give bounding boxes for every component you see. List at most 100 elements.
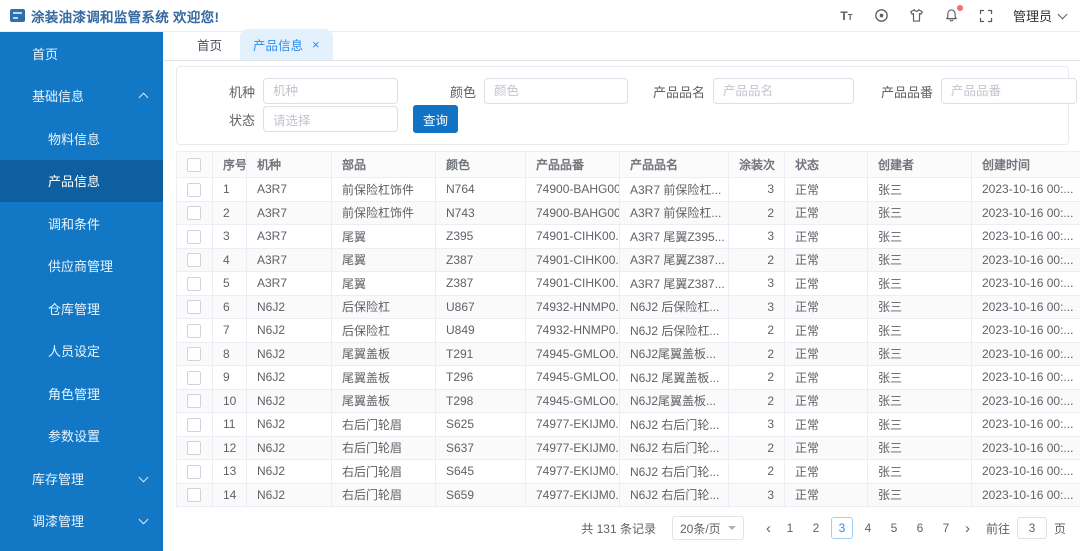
- table-cell: N6J2 右后门轮...: [619, 436, 729, 460]
- page-number-2[interactable]: 2: [805, 517, 827, 539]
- table-cell: 2023-10-16 00:...: [971, 295, 1080, 319]
- column-header: 状态: [784, 151, 868, 178]
- fullscreen-icon[interactable]: [978, 7, 995, 24]
- tab-首页[interactable]: 首页: [195, 29, 224, 60]
- page-number-4[interactable]: 4: [857, 517, 879, 539]
- table-cell: 4: [212, 248, 247, 272]
- status-label: 状态: [228, 112, 255, 128]
- table-cell: 右后门轮眉: [331, 412, 436, 437]
- theme-shirt-icon[interactable]: [908, 7, 925, 24]
- table-cell: N6J2: [246, 318, 332, 343]
- search-input-color[interactable]: [484, 78, 628, 104]
- table-cell: N6J2尾翼盖板...: [619, 389, 729, 413]
- page-number-1[interactable]: 1: [779, 517, 801, 539]
- row-checkbox[interactable]: [187, 417, 201, 432]
- table-cell: 尾翼: [331, 271, 436, 296]
- table-cell: 8: [212, 342, 247, 366]
- table-cell: 正常: [784, 295, 868, 319]
- select-all-checkbox[interactable]: [187, 157, 201, 172]
- table-cell: 正常: [784, 365, 868, 390]
- sidebar-item-role-mgmt[interactable]: 角色管理: [0, 372, 163, 415]
- sidebar-item-inventory-mgmt[interactable]: 库存管理: [0, 457, 163, 500]
- row-checkbox[interactable]: [187, 394, 201, 409]
- sidebar-item-param-setting[interactable]: 参数设置: [0, 415, 163, 458]
- table-row: 13 N6J2 右后门轮眉 S645 74977-EKIJM0... N6J2 右后门轮.…: [176, 459, 1080, 484]
- row-checkbox[interactable]: [187, 370, 201, 385]
- font-size-icon[interactable]: TT: [838, 7, 855, 24]
- table-row: 14 N6J2 右后门轮眉 S659 74977-EKIJM0... N6J2 右后门轮.…: [176, 483, 1080, 507]
- page-number-5[interactable]: 5: [883, 517, 905, 539]
- row-checkbox[interactable]: [187, 253, 201, 268]
- table-cell: 74977-EKIJM0...: [525, 412, 620, 437]
- table-cell: 后保险杠: [331, 295, 436, 319]
- table-cell: U867: [435, 295, 526, 319]
- row-checkbox[interactable]: [187, 347, 201, 362]
- sidebar-item-paint-mgmt[interactable]: 调漆管理: [0, 500, 163, 543]
- row-checkbox[interactable]: [187, 323, 201, 338]
- table-cell: N6J2: [246, 295, 332, 319]
- search-input-product-name[interactable]: [713, 78, 854, 104]
- table-cell: 张三: [867, 295, 972, 319]
- chevron-up-icon: [138, 92, 149, 103]
- field-label: 机种: [228, 84, 255, 100]
- sidebar-item-label: 人员设定: [48, 344, 101, 360]
- page-number-3[interactable]: 3: [830, 517, 853, 539]
- sidebar-item-home[interactable]: 首页: [0, 32, 163, 75]
- row-checkbox[interactable]: [187, 300, 201, 315]
- sidebar-item-label: 供应商管理: [48, 259, 114, 275]
- main-content: 首页 产品信息 × 机种 颜色: [163, 29, 1080, 551]
- table-cell: 2023-10-16 00:...: [971, 177, 1080, 202]
- row-checkbox[interactable]: [187, 206, 201, 221]
- next-page-button[interactable]: ›: [959, 521, 976, 536]
- brand: 涂装油漆调和监管系统 欢迎您!: [10, 6, 219, 26]
- page-number-6[interactable]: 6: [909, 517, 931, 539]
- user-menu[interactable]: 管理员: [1013, 6, 1068, 25]
- sidebar-item-label: 库存管理: [32, 471, 85, 487]
- table-cell: N6J2: [246, 459, 332, 484]
- query-button[interactable]: 查询: [413, 105, 459, 133]
- search-input-machine-type[interactable]: [263, 78, 398, 104]
- topbar-actions: TT 管理员: [838, 5, 1068, 25]
- sidebar-item-supplier-mgmt[interactable]: 供应商管理: [0, 245, 163, 288]
- table-cell: 正常: [784, 224, 868, 249]
- row-checkbox[interactable]: [187, 464, 201, 479]
- table-cell: 张三: [867, 177, 972, 202]
- caret-down-icon: [727, 526, 736, 530]
- table-cell: N6J2 右后门轮...: [619, 483, 729, 507]
- status-select[interactable]: 请选择: [263, 106, 398, 132]
- tab-close-icon[interactable]: ×: [312, 38, 320, 51]
- table-cell: S625: [435, 412, 526, 437]
- table-cell: A3R7: [246, 177, 332, 202]
- sidebar-item-blend-condition[interactable]: 调和条件: [0, 202, 163, 245]
- sidebar-item-product-info[interactable]: 产品信息: [0, 159, 163, 202]
- table-row: 6 N6J2 后保险杠 U867 74932-HNMP0... N6J2 后保险杠... 3…: [176, 295, 1080, 319]
- sidebar-item-warehouse-mgmt[interactable]: 仓库管理: [0, 287, 163, 330]
- sidebar-item-basic-info[interactable]: 基础信息: [0, 75, 163, 118]
- tab-产品信息[interactable]: 产品信息 ×: [240, 29, 333, 60]
- column-header: 涂装次: [728, 151, 785, 178]
- table-cell: 74977-EKIJM0...: [525, 483, 620, 507]
- row-checkbox[interactable]: [187, 276, 201, 291]
- search-input-product-number[interactable]: [941, 78, 1077, 104]
- table-cell: 张三: [867, 342, 972, 366]
- table-cell: 右后门轮眉: [331, 459, 436, 484]
- row-checkbox[interactable]: [187, 441, 201, 456]
- row-checkbox[interactable]: [187, 488, 201, 503]
- sidebar-item-material-info[interactable]: 物料信息: [0, 117, 163, 160]
- table-cell: 张三: [867, 412, 972, 437]
- screen-adapt-icon[interactable]: [873, 7, 890, 24]
- table-header-row: 序号 机种 部品 颜色 产品品番 产品品名 涂装次 状态 创建者 创建时间: [176, 151, 1080, 178]
- page-number-7[interactable]: 7: [935, 517, 957, 539]
- notification-bell-icon[interactable]: [943, 5, 963, 24]
- column-header: 创建者: [867, 151, 972, 178]
- table-cell: A3R7 尾翼Z387...: [619, 248, 729, 272]
- row-checkbox[interactable]: [187, 229, 201, 244]
- table-cell: 前保险杠饰件: [331, 201, 436, 225]
- sidebar-item-personnel-setting[interactable]: 人员设定: [0, 330, 163, 373]
- page-size-select[interactable]: 20条/页: [671, 516, 744, 540]
- table-cell: Z387: [435, 271, 526, 296]
- prev-page-button[interactable]: ‹: [760, 521, 777, 536]
- table-cell: 前保险杠饰件: [331, 177, 436, 202]
- row-checkbox[interactable]: [187, 182, 201, 197]
- goto-page-input[interactable]: [1016, 517, 1047, 539]
